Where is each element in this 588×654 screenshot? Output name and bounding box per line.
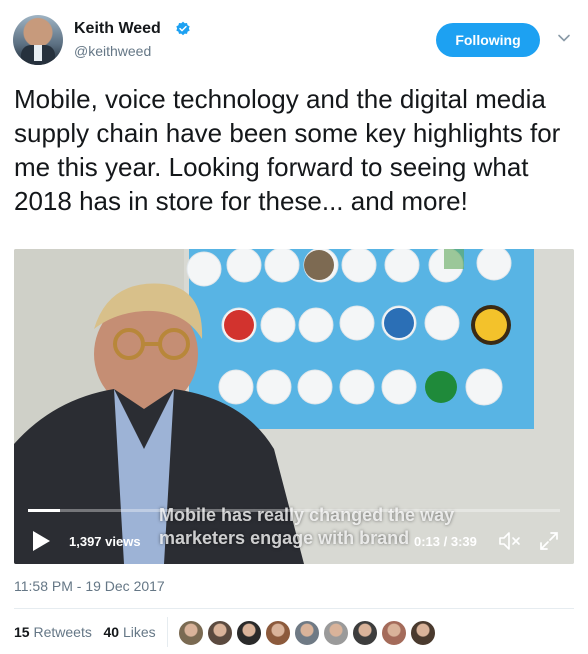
following-button[interactable]: Following xyxy=(436,23,540,57)
verified-badge-icon xyxy=(176,21,190,36)
display-name[interactable]: Keith Weed xyxy=(74,20,161,38)
liker-avatar[interactable] xyxy=(294,620,320,646)
liker-avatar[interactable] xyxy=(410,620,436,646)
view-count: 1,397 views xyxy=(69,534,141,549)
likes-label[interactable]: Likes xyxy=(123,624,156,640)
tweet-timestamp[interactable]: 11:58 PM - 19 Dec 2017 xyxy=(14,578,165,594)
liker-avatar[interactable] xyxy=(178,620,204,646)
play-icon[interactable] xyxy=(30,529,52,553)
liker-avatar[interactable] xyxy=(323,620,349,646)
video-progress-fill xyxy=(28,509,60,512)
video-progress-bar[interactable] xyxy=(28,509,560,512)
video-time: 0:13 / 3:39 xyxy=(414,534,477,549)
liker-avatar[interactable] xyxy=(381,620,407,646)
chevron-down-icon[interactable] xyxy=(556,30,572,46)
retweets-label[interactable]: Retweets xyxy=(33,624,91,640)
mute-icon[interactable] xyxy=(498,530,522,552)
divider xyxy=(14,608,574,609)
stats-divider xyxy=(167,617,168,647)
likes-count[interactable]: 40 xyxy=(104,624,120,640)
tweet-stats: 15 Retweets 40 Likes xyxy=(14,624,156,640)
retweets-count[interactable]: 15 xyxy=(14,624,30,640)
avatar[interactable] xyxy=(13,15,63,65)
liker-avatar[interactable] xyxy=(236,620,262,646)
liker-avatars xyxy=(178,620,439,646)
video-player[interactable]: Mobile has really changed the way market… xyxy=(14,249,574,564)
liker-avatar[interactable] xyxy=(265,620,291,646)
user-handle[interactable]: @keithweed xyxy=(74,43,151,59)
tweet-text: Mobile, voice technology and the digital… xyxy=(14,84,561,216)
liker-avatar[interactable] xyxy=(207,620,233,646)
fullscreen-icon[interactable] xyxy=(538,530,560,552)
liker-avatar[interactable] xyxy=(352,620,378,646)
